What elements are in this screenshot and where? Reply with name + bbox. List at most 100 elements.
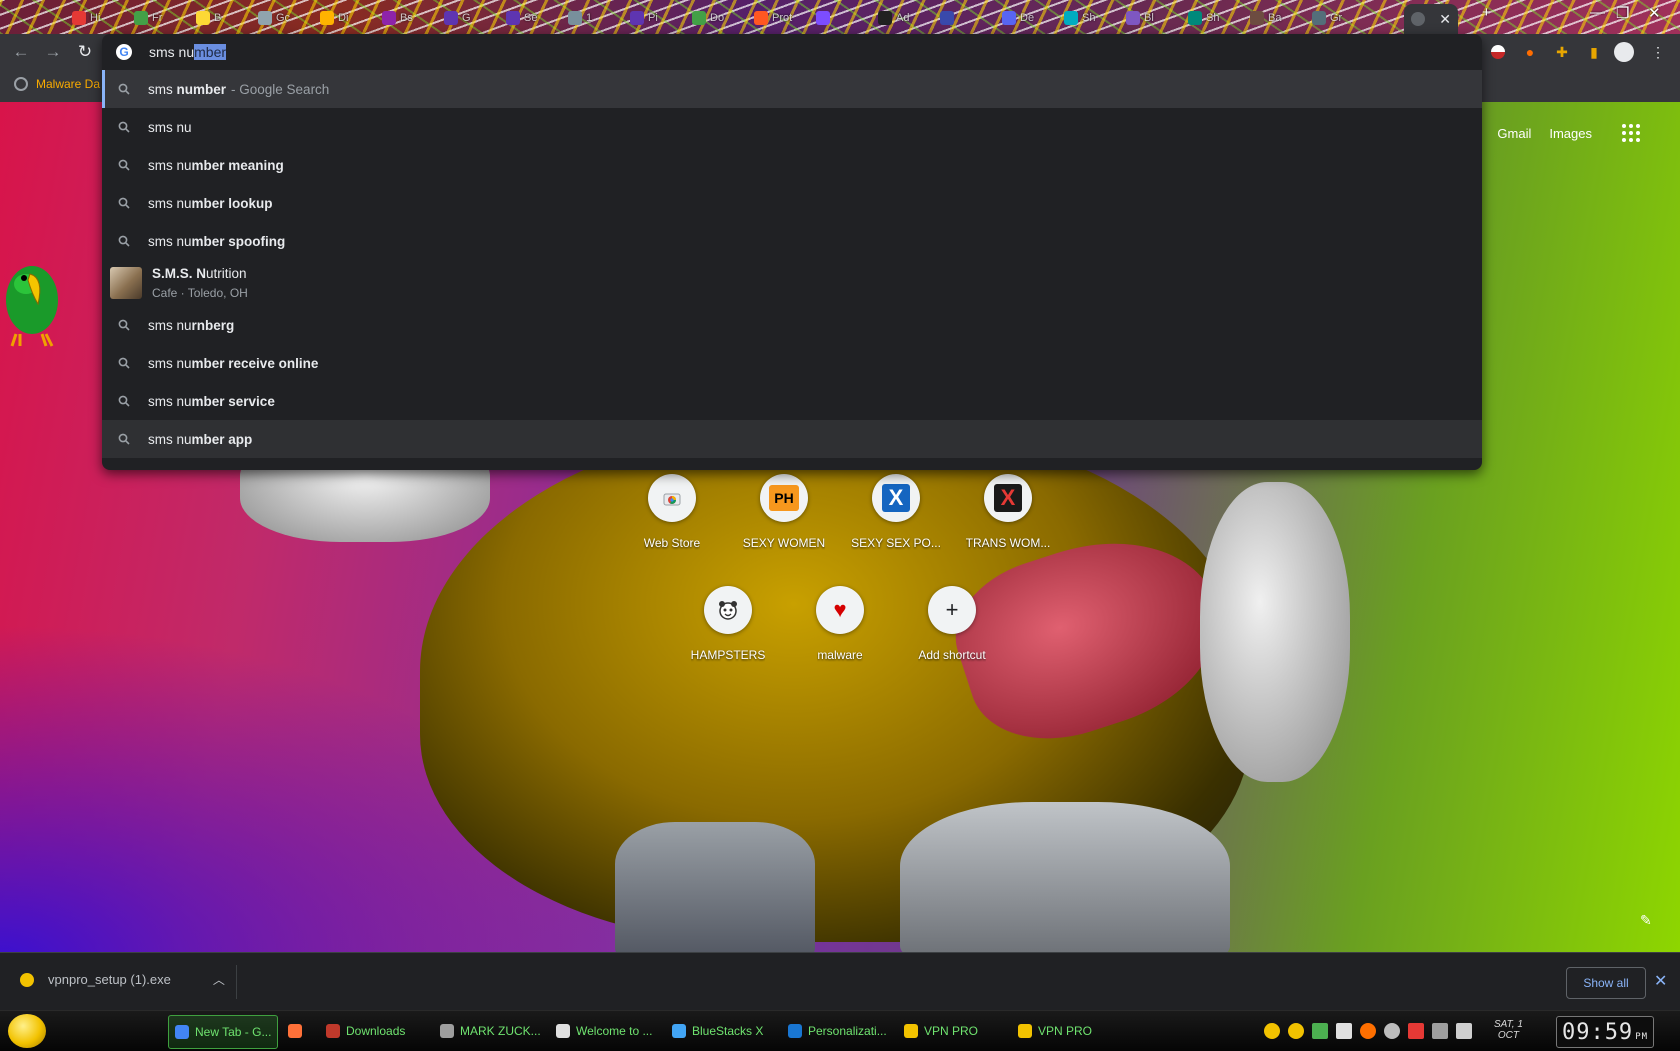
shortcut-sexy-women[interactable]: PH SEXY WOMEN bbox=[728, 474, 840, 550]
browser-tab[interactable]: Prot bbox=[754, 6, 792, 30]
flag-extension-icon[interactable] bbox=[1488, 42, 1508, 62]
chevron-up-icon[interactable]: ︿ bbox=[213, 971, 225, 988]
omnibox-input[interactable]: G sms nu mber bbox=[102, 34, 1482, 70]
browser-tab[interactable]: Do bbox=[692, 6, 724, 30]
tray-date[interactable]: SAT, 1 OCT bbox=[1494, 1019, 1523, 1041]
suggestion-item[interactable]: sms nu mber receive online bbox=[102, 344, 1482, 382]
shortcut-add[interactable]: + Add shortcut bbox=[896, 586, 1008, 662]
suggestion-item[interactable]: sms nu mber service bbox=[102, 382, 1482, 420]
browser-tab[interactable]: Se bbox=[506, 6, 537, 30]
search-icon bbox=[116, 319, 132, 331]
browser-tab[interactable]: Bs bbox=[382, 6, 413, 30]
browser-tab[interactable]: Pi bbox=[630, 6, 658, 30]
download-filename: vpnpro_setup (1).exe bbox=[48, 972, 171, 987]
menu-kebab-icon[interactable]: ⋮ bbox=[1648, 42, 1668, 62]
reload-icon[interactable]: ↻ bbox=[74, 41, 96, 63]
globe-icon bbox=[14, 77, 28, 91]
browser-tab[interactable]: De bbox=[1002, 6, 1034, 30]
tray-search-icon[interactable] bbox=[1360, 1023, 1376, 1039]
taskbar-item[interactable]: New Tab - G... bbox=[168, 1015, 278, 1049]
browser-tab[interactable]: Gc bbox=[258, 6, 290, 30]
browser-tab[interactable]: G bbox=[444, 6, 471, 30]
active-tab[interactable]: ✕ bbox=[1404, 4, 1458, 34]
taskbar-item[interactable]: Personalizati... bbox=[782, 1015, 892, 1047]
browser-tab[interactable]: Fr bbox=[134, 6, 162, 30]
suggestion-item[interactable]: sms number - Google Search bbox=[102, 70, 1482, 108]
browser-tab[interactable]: B bbox=[196, 6, 221, 30]
google-apps-icon[interactable] bbox=[1622, 124, 1640, 142]
tray-smiley2-icon[interactable] bbox=[1288, 1023, 1304, 1039]
show-all-button[interactable]: Show all bbox=[1566, 967, 1646, 999]
window-close-icon[interactable]: ✕ bbox=[1648, 4, 1661, 22]
calendar-icon bbox=[258, 11, 272, 25]
restore-icon[interactable]: ❐ bbox=[1616, 4, 1629, 22]
taskbar-item[interactable]: MARK ZUCK... bbox=[434, 1015, 544, 1047]
browser-tab[interactable]: Gr bbox=[1312, 6, 1342, 30]
profile-avatar-icon[interactable] bbox=[1614, 42, 1634, 62]
download-item[interactable]: vpnpro_setup (1).exe ︿ bbox=[20, 971, 225, 988]
taskbar-app-icon bbox=[556, 1024, 570, 1038]
start-smiley-icon[interactable] bbox=[8, 1014, 46, 1048]
taskbar-item[interactable]: Welcome to ... bbox=[550, 1015, 660, 1047]
tray-recycle-icon[interactable] bbox=[1312, 1023, 1328, 1039]
back-icon[interactable]: ← bbox=[10, 41, 32, 63]
tray-wizard-icon[interactable] bbox=[1336, 1023, 1352, 1039]
shortcut-web-store[interactable]: Web Store bbox=[616, 474, 728, 550]
suggestion-item[interactable]: sms nu mber lookup bbox=[102, 184, 1482, 222]
taskbar-item[interactable]: Downloads bbox=[320, 1015, 428, 1047]
side-panel-icon[interactable]: ▮ bbox=[1584, 42, 1604, 62]
customize-pencil-icon[interactable]: ✎ bbox=[1640, 912, 1652, 929]
shortcut-malware[interactable]: ♥ malware bbox=[784, 586, 896, 662]
browser-tab[interactable]: Sh bbox=[1188, 6, 1219, 30]
suggestion-bold: rnberg bbox=[191, 317, 235, 333]
taskbar-item[interactable]: VPN PRO bbox=[1012, 1015, 1120, 1047]
tray-flag-icon[interactable] bbox=[1408, 1023, 1424, 1039]
bookmark-malware[interactable]: Malware Da bbox=[14, 77, 100, 91]
suggestion-item[interactable]: sms nu rnberg bbox=[102, 306, 1482, 344]
shortcut-hampsters[interactable]: HAMPSTERS bbox=[672, 586, 784, 662]
taskbar-app-icon bbox=[175, 1025, 189, 1039]
browser-tab[interactable]: Di bbox=[320, 6, 348, 30]
suggestion-item[interactable]: sms nu bbox=[102, 108, 1482, 146]
shortcut-sexy-sex-po[interactable]: X SEXY SEX PO... bbox=[840, 474, 952, 550]
gmail-link[interactable]: Gmail bbox=[1497, 126, 1531, 141]
suggestion-item[interactable]: sms nu mber spoofing bbox=[102, 222, 1482, 260]
suggestion-prefix: sms nu bbox=[148, 317, 192, 333]
entity-suggestion[interactable]: S.M.S. Nutrition Cafe · Toledo, OH bbox=[102, 260, 1482, 306]
close-shelf-icon[interactable]: ✕ bbox=[1654, 971, 1667, 991]
webstore-icon bbox=[648, 474, 696, 522]
tray-network-icon[interactable] bbox=[1432, 1023, 1448, 1039]
new-tab-icon[interactable]: + bbox=[1482, 4, 1491, 21]
taskbar-item[interactable]: BlueStacks X bbox=[666, 1015, 776, 1047]
browser-tab[interactable]: 1 bbox=[568, 6, 592, 30]
tray-minus-icon[interactable] bbox=[1384, 1023, 1400, 1039]
forward-icon[interactable]: → bbox=[42, 41, 64, 63]
suggestion-prefix: sms nu bbox=[148, 119, 192, 135]
taskbar-item[interactable] bbox=[282, 1015, 314, 1047]
tray-volume-icon[interactable] bbox=[1456, 1023, 1472, 1039]
search-icon bbox=[116, 121, 132, 133]
close-tab-icon[interactable]: ✕ bbox=[1439, 11, 1451, 28]
images-link[interactable]: Images bbox=[1549, 126, 1592, 141]
background-shoe-right bbox=[900, 802, 1230, 952]
shortcut-trans-wom[interactable]: X TRANS WOM... bbox=[952, 474, 1064, 550]
shortcut-title: Web Store bbox=[643, 536, 701, 550]
flame-extension-icon[interactable]: ● bbox=[1520, 42, 1540, 62]
browser-tab[interactable]: Ad bbox=[878, 6, 909, 30]
browser-tab[interactable]: Ba bbox=[1250, 6, 1281, 30]
omnibox-text[interactable]: sms nu mber bbox=[149, 44, 227, 60]
browser-tab[interactable]: Bl bbox=[1126, 6, 1154, 30]
suggestion-item[interactable]: sms nu mber app bbox=[102, 420, 1482, 458]
suggestion-item[interactable]: sms nu mber meaning bbox=[102, 146, 1482, 184]
globe-icon bbox=[568, 11, 582, 25]
taskbar-item[interactable]: VPN PRO bbox=[898, 1015, 1006, 1047]
shortcut-title: SEXY WOMEN bbox=[742, 536, 826, 550]
browser-tab[interactable] bbox=[940, 6, 958, 30]
tray-smiley-icon[interactable] bbox=[1264, 1023, 1280, 1039]
extensions-puzzle-icon[interactable]: ✚ bbox=[1552, 42, 1572, 62]
browser-tab[interactable]: Sh bbox=[1064, 6, 1095, 30]
tray-clock[interactable]: 09:59 PM bbox=[1556, 1016, 1654, 1048]
minimize-icon[interactable]: — bbox=[1590, 4, 1605, 21]
browser-tab[interactable] bbox=[816, 6, 834, 30]
browser-tab[interactable]: Hi bbox=[72, 6, 100, 30]
